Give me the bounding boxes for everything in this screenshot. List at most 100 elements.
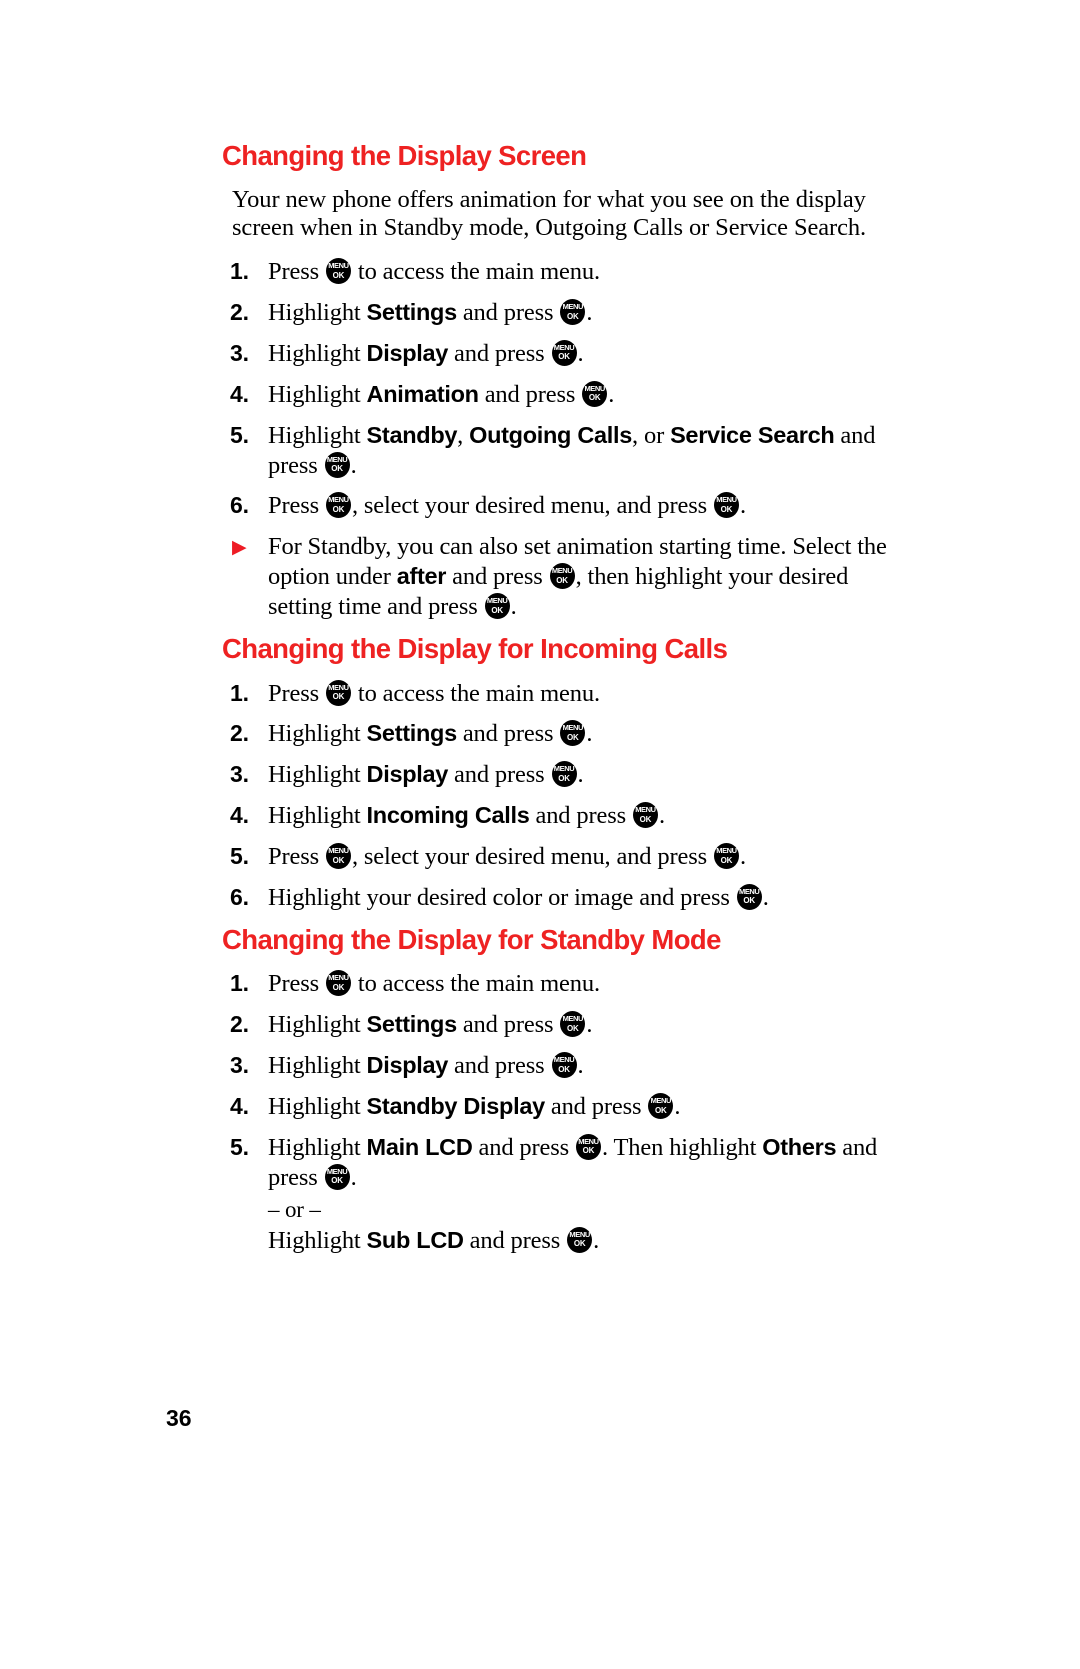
step-text: Highlight Settings and press MENU OK. [268, 720, 593, 748]
menu-ok-key-icon: MENU OK [551, 339, 577, 366]
menu-ok-key-line2: OK [582, 1146, 595, 1156]
menu-ok-key-icon: MENU OK [325, 679, 351, 706]
menu-ok-key-line1: MENU [553, 1055, 575, 1065]
menu-ok-key-icon: MENU OK [484, 593, 510, 620]
step-text: Highlight Settings and press MENU OK. [268, 1011, 593, 1039]
menu-ok-key-line2: OK [588, 393, 601, 403]
menu-ok-key-line1: MENU [635, 805, 656, 815]
step-item: 2. Highlight Settings and press MENU OK. [222, 298, 890, 328]
ui-term: Settings [366, 720, 458, 747]
menu-ok-key-icon: MENU OK [632, 802, 658, 829]
menu-ok-key-line2: OK [331, 1176, 343, 1186]
menu-ok-key-line2: OK [556, 575, 568, 585]
step-number: 6. [230, 492, 249, 519]
menu-ok-key-icon: MENU OK [325, 258, 351, 285]
menu-ok-key-line2: OK [332, 692, 345, 702]
ui-term: Settings [366, 1011, 458, 1038]
step-number: 5. [230, 1133, 249, 1160]
ui-term: Standby [366, 421, 458, 448]
or-separator: – or – [268, 1196, 321, 1222]
menu-ok-key-icon: MENU OK [560, 720, 586, 747]
step-number: 2. [230, 720, 249, 747]
menu-ok-key-line1: MENU [486, 596, 508, 606]
ui-term: Incoming Calls [366, 802, 530, 829]
manual-page: Changing the Display Screen Your new phon… [0, 0, 1080, 1669]
step-list: 1. Press MENU OK to access the main menu. 2… [222, 679, 890, 913]
menu-ok-key-icon: MENU OK [549, 563, 575, 590]
step-number: 6. [230, 883, 249, 910]
step-number: 2. [230, 299, 249, 326]
menu-ok-key-icon: MENU OK [582, 380, 608, 407]
menu-ok-key-icon: MENU OK [575, 1133, 601, 1160]
bullet-arrow-icon: ▶ [232, 537, 247, 559]
step-item: 3. Highlight Display and press MENU OK. [222, 760, 890, 790]
menu-ok-key-line2: OK [720, 855, 733, 865]
step-list: 1. Press MENU OK to access the main menu. 2… [222, 257, 890, 622]
ui-term: Display [366, 339, 449, 366]
step-item: 6. Press MENU OK, select your desired menu… [222, 491, 890, 521]
step-number: 3. [230, 1052, 249, 1079]
step-text: Highlight Animation and press MENU OK. [268, 380, 615, 408]
menu-ok-key-icon: MENU OK [648, 1093, 674, 1120]
menu-ok-key-line1: MENU [716, 495, 737, 505]
step-item: 1. Press MENU OK to access the main menu. [222, 257, 890, 287]
menu-ok-key-line2: OK [558, 773, 570, 783]
menu-ok-key-icon: MENU OK [325, 843, 351, 870]
menu-ok-key-line2: OK [655, 1105, 667, 1115]
menu-ok-key-line1: MENU [553, 342, 575, 352]
step-text: Highlight Main LCD and press MENU OK. The… [268, 1133, 878, 1191]
menu-ok-key-line1: MENU [562, 723, 584, 733]
menu-ok-key-line2: OK [573, 1239, 586, 1249]
page-number: 36 [166, 1405, 192, 1431]
menu-ok-key-line1: MENU [584, 383, 605, 393]
section-heading: Changing the Display Screen [222, 140, 587, 171]
menu-ok-key-icon: MENU OK [713, 843, 739, 870]
ui-term: Others [762, 1133, 837, 1160]
menu-ok-key-line2: OK [567, 732, 579, 742]
step-item: 4. Highlight Animation and press MENU OK. [222, 380, 890, 410]
step-number: 3. [230, 761, 249, 788]
ui-term: Display [366, 1052, 449, 1079]
menu-ok-key-line1: MENU [326, 1166, 348, 1176]
menu-ok-key-icon: MENU OK [736, 883, 762, 910]
step-item: 5. Highlight Main LCD and press MENU OK. T… [222, 1133, 890, 1256]
menu-ok-key-icon: MENU OK [324, 451, 350, 478]
step-number: 4. [230, 802, 249, 829]
menu-ok-key-icon: MENU OK [560, 299, 586, 326]
page-content: Changing the Display Screen Your new phon… [222, 140, 890, 1256]
step-number: 1. [230, 679, 249, 706]
step-list: 1. Press MENU OK to access the main menu. 2… [222, 969, 890, 1255]
step-item: 1. Press MENU OK to access the main menu. [222, 969, 890, 999]
menu-ok-key-line2: OK [743, 896, 756, 906]
note-bullet-item: ▶ For Standby, you can also set animation… [222, 532, 890, 622]
alternate-step-text: Highlight Sub LCD and press MENU OK. [268, 1226, 600, 1254]
step-item: 4. Highlight Standby Display and press ME… [222, 1092, 890, 1122]
step-item: 5. Press MENU OK, select your desired menu… [222, 842, 890, 872]
menu-ok-key-line1: MENU [650, 1096, 672, 1106]
step-item: 3. Highlight Display and press MENU OK. [222, 339, 890, 369]
ui-term: Main LCD [366, 1133, 473, 1160]
menu-ok-key-icon: MENU OK [713, 492, 739, 519]
menu-ok-key-icon: MENU OK [567, 1226, 593, 1253]
step-text: Press MENU OK, select your desired menu, … [268, 843, 746, 871]
menu-ok-key-icon: MENU OK [324, 1163, 350, 1190]
step-text: Highlight your desired color or image an… [268, 883, 769, 911]
ui-term: after [396, 563, 447, 590]
step-text: Press MENU OK to access the main menu. [268, 258, 600, 286]
menu-ok-key-icon: MENU OK [325, 970, 351, 997]
ui-term: Outgoing Calls [469, 421, 633, 448]
ui-term: Sub LCD [366, 1226, 464, 1253]
step-number: 3. [230, 339, 249, 366]
menu-ok-key-line2: OK [558, 1064, 570, 1074]
menu-ok-key-line1: MENU [562, 1014, 584, 1024]
menu-ok-key-line1: MENU [326, 454, 348, 464]
step-number: 5. [230, 843, 249, 870]
step-text: Press MENU OK to access the main menu. [268, 679, 600, 707]
step-text: Highlight Display and press MENU OK. [268, 1052, 584, 1080]
step-item: 4. Highlight Incoming Calls and press MEN… [222, 801, 890, 831]
ui-term: Settings [366, 299, 458, 326]
menu-ok-key-line2: OK [558, 352, 570, 362]
menu-ok-key-line1: MENU [328, 682, 349, 692]
menu-ok-key-line2: OK [567, 1023, 579, 1033]
menu-ok-key-line1: MENU [738, 886, 760, 896]
